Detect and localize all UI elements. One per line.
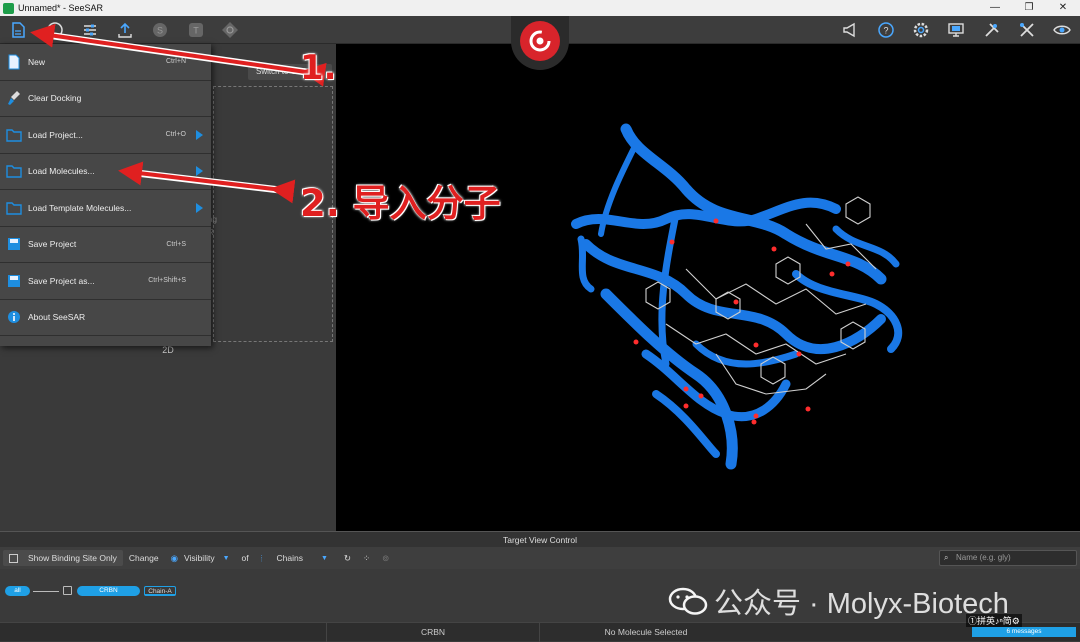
annotation-step-2: 2. 导入分子 <box>300 182 501 225</box>
annotation-step-1: 1. <box>300 48 337 88</box>
ime-indicator: ①拼英♪ⁿ简⚙ <box>966 614 1022 627</box>
annotation-arrows <box>30 23 327 204</box>
